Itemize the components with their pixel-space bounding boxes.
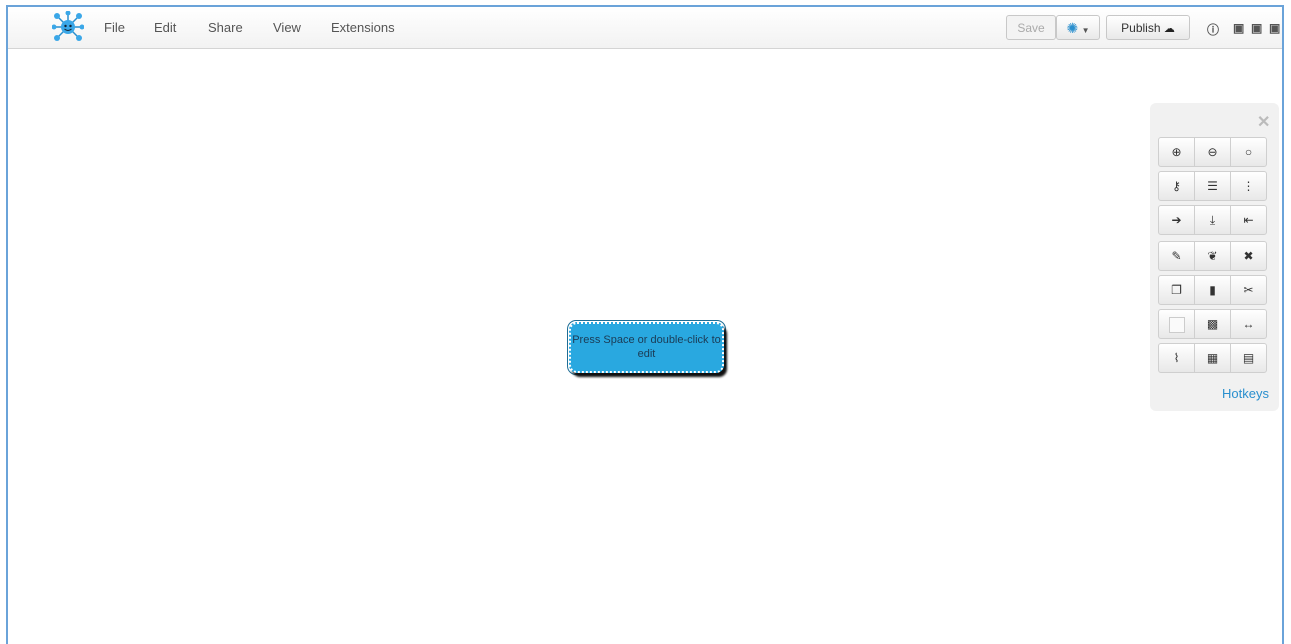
toolbox-row-clipboard: ❐ ▮ ✂: [1158, 275, 1269, 305]
color-swatch-icon[interactable]: [1158, 309, 1195, 339]
menu-file[interactable]: File: [104, 7, 125, 48]
info-icon[interactable]: ⓘ: [1207, 21, 1219, 38]
copy-icon[interactable]: ❐: [1158, 275, 1195, 305]
publish-label: Publish: [1121, 21, 1161, 35]
toolbox-row-zoom: ⊕ ⊖ ○: [1158, 137, 1269, 167]
list-icon[interactable]: ☰: [1194, 171, 1231, 201]
add-sibling-icon[interactable]: ⤓: [1194, 205, 1231, 235]
image-icon[interactable]: ▩: [1194, 309, 1231, 339]
twitter-icon[interactable]: ▣: [1251, 21, 1262, 35]
zoom-in-icon[interactable]: ⊕: [1158, 137, 1195, 167]
chevron-down-icon: ▼: [1081, 26, 1090, 35]
toolbox-row-insert: ⌇ ▦ ▤: [1158, 343, 1269, 373]
toolbox-row-edit: ✎ ❦ ✖: [1158, 241, 1269, 271]
reset-zoom-icon[interactable]: ○: [1230, 137, 1267, 167]
width-icon[interactable]: ↔: [1230, 309, 1267, 339]
add-child-icon[interactable]: ➔: [1158, 205, 1195, 235]
top-menu-bar: File Edit Share View Extensions Save ✺ ▼…: [8, 7, 1282, 49]
film-icon[interactable]: ▤: [1230, 343, 1267, 373]
google-plus-icon[interactable]: ▣: [1269, 21, 1280, 35]
publish-button[interactable]: Publish ☁: [1106, 15, 1190, 40]
close-icon[interactable]: ✕: [1257, 112, 1270, 132]
hotkeys-link[interactable]: Hotkeys: [1222, 386, 1269, 401]
save-button[interactable]: Save: [1006, 15, 1056, 40]
theme-dropdown-button[interactable]: ✺ ▼: [1056, 15, 1100, 40]
toolbox-row-add: ➔ ⤓ ⇤: [1158, 205, 1269, 235]
delete-icon[interactable]: ✖: [1230, 241, 1267, 271]
table-icon[interactable]: ▦: [1194, 343, 1231, 373]
leaf-icon[interactable]: ❦: [1194, 241, 1231, 271]
ellipsis-icon[interactable]: ⋮: [1230, 171, 1267, 201]
menu-edit[interactable]: Edit: [154, 7, 176, 48]
toolbox-row-style: ▩ ↔: [1158, 309, 1269, 339]
mindmup-logo-icon[interactable]: [52, 11, 84, 43]
menu-share[interactable]: Share: [208, 7, 243, 48]
zoom-out-icon[interactable]: ⊖: [1194, 137, 1231, 167]
paste-icon[interactable]: ▮: [1194, 275, 1231, 305]
mindmap-root-node[interactable]: Press Space or double-click to edit: [569, 322, 724, 373]
color-swatch-box: [1168, 316, 1185, 333]
add-parent-icon[interactable]: ⇤: [1230, 205, 1267, 235]
menu-view[interactable]: View: [273, 7, 301, 48]
toolbox-row-layout: ⚷ ☰ ⋮: [1158, 171, 1269, 201]
sitemap-icon[interactable]: ⚷: [1158, 171, 1195, 201]
cut-icon[interactable]: ✂: [1230, 275, 1267, 305]
facebook-icon[interactable]: ▣: [1233, 21, 1244, 35]
menu-extensions[interactable]: Extensions: [331, 7, 395, 48]
edit-icon[interactable]: ✎: [1158, 241, 1195, 271]
attachment-icon[interactable]: ⌇: [1158, 343, 1195, 373]
cloud-upload-icon: ☁: [1163, 23, 1175, 35]
mindmup-small-icon: ✺: [1066, 20, 1079, 36]
